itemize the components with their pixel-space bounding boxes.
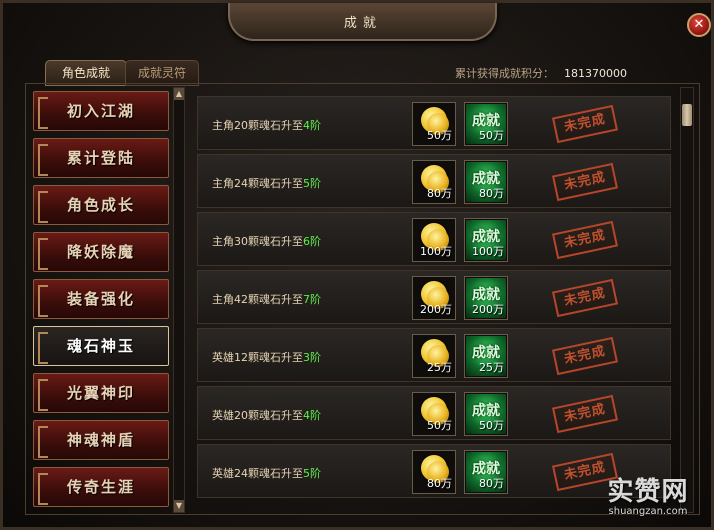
achievement-points: 累计获得成就积分： 181370000 — [455, 65, 627, 81]
achievement-row: 主角42颗魂石升至7阶 200万 成就 200万 未完成 — [197, 270, 671, 324]
achievement-amount: 50万 — [479, 419, 504, 432]
title-text: 主角30颗魂石升至 — [212, 235, 303, 248]
category-item[interactable]: 神魂神盾 — [33, 420, 169, 460]
category-item[interactable]: 装备强化 — [33, 279, 169, 319]
close-button[interactable]: ✕ — [687, 13, 711, 37]
window-title: 成 就 — [343, 16, 378, 31]
achievement-title: 主角20颗魂石升至4阶 — [212, 117, 321, 133]
title-text: 英雄20颗魂石升至 — [212, 409, 303, 422]
category-item[interactable]: 初入江湖 — [33, 91, 169, 131]
scroll-thumb[interactable] — [682, 104, 692, 126]
category-item-active[interactable]: 魂石神玉 — [33, 326, 169, 366]
status-stamp: 未完成 — [551, 336, 619, 376]
title-level: 5阶 — [303, 467, 321, 480]
list-scrollbar[interactable] — [680, 87, 694, 513]
title-text: 英雄12颗魂石升至 — [212, 351, 303, 364]
achievement-amount: 25万 — [479, 361, 504, 374]
achievement-list: 主角20颗魂石升至4阶 50万 成就 50万 未完成 主角24颗魂石升至5阶 80… — [197, 96, 671, 510]
gold-reward[interactable]: 80万 — [412, 450, 456, 494]
category-item[interactable]: 角色成长 — [33, 185, 169, 225]
achievement-row: 主角30颗魂石升至6阶 100万 成就 100万 未完成 — [197, 212, 671, 266]
gold-reward[interactable]: 50万 — [412, 392, 456, 436]
achievement-window: 成 就 ✕ 角色成就 成就灵符 累计获得成就积分： 181370000 初入江湖 … — [0, 0, 714, 530]
category-item[interactable]: 光翼神印 — [33, 373, 169, 413]
achievement-title: 主角42颗魂石升至7阶 — [212, 291, 321, 307]
title-level: 6阶 — [303, 235, 321, 248]
achievement-title: 英雄12颗魂石升至3阶 — [212, 349, 321, 365]
status-stamp: 未完成 — [551, 220, 619, 260]
category-list: 初入江湖 累计登陆 角色成长 降妖除魔 装备强化 魂石神玉 光翼神印 神魂神盾 … — [31, 91, 171, 509]
scroll-up-icon[interactable]: ▲ — [174, 88, 184, 100]
achievement-amount: 80万 — [479, 187, 504, 200]
gold-amount: 50万 — [427, 419, 452, 432]
achievement-reward[interactable]: 成就 50万 — [464, 102, 508, 146]
title-text: 主角42颗魂石升至 — [212, 293, 303, 306]
gold-reward[interactable]: 100万 — [412, 218, 456, 262]
achievement-row: 主角24颗魂石升至5阶 80万 成就 80万 未完成 — [197, 154, 671, 208]
achievement-title: 英雄24颗魂石升至5阶 — [212, 465, 321, 481]
category-scrollbar[interactable]: ▲ ▼ — [173, 87, 185, 513]
close-icon: ✕ — [693, 17, 705, 32]
gold-amount: 50万 — [427, 129, 452, 142]
achievement-reward[interactable]: 成就 80万 — [464, 450, 508, 494]
gold-amount: 80万 — [427, 477, 452, 490]
achievement-reward[interactable]: 成就 200万 — [464, 276, 508, 320]
achievement-amount: 80万 — [479, 477, 504, 490]
achievement-reward[interactable]: 成就 80万 — [464, 160, 508, 204]
gold-amount: 100万 — [420, 245, 452, 258]
gold-reward[interactable]: 25万 — [412, 334, 456, 378]
scroll-down-icon[interactable]: ▼ — [174, 500, 184, 512]
gold-reward[interactable]: 80万 — [412, 160, 456, 204]
gold-reward[interactable]: 200万 — [412, 276, 456, 320]
watermark-url: shuangzan.com — [608, 506, 688, 517]
watermark-text: 实赞网 — [607, 477, 689, 507]
title-level: 3阶 — [303, 351, 321, 364]
title-text: 主角24颗魂石升至 — [212, 177, 303, 190]
status-stamp: 未完成 — [551, 278, 619, 318]
points-label: 累计获得成就积分： — [455, 67, 554, 80]
title-level: 7阶 — [303, 293, 321, 306]
status-stamp: 未完成 — [551, 162, 619, 202]
achievement-row: 主角20颗魂石升至4阶 50万 成就 50万 未完成 — [197, 96, 671, 150]
title-level: 5阶 — [303, 177, 321, 190]
site-watermark: 实赞网 shuangzan.com — [588, 471, 708, 527]
achievement-title: 主角30颗魂石升至6阶 — [212, 233, 321, 249]
status-stamp: 未完成 — [551, 394, 619, 434]
title-level: 4阶 — [303, 409, 321, 422]
achievement-reward[interactable]: 成就 25万 — [464, 334, 508, 378]
achievement-amount: 100万 — [472, 245, 504, 258]
gold-amount: 200万 — [420, 303, 452, 316]
points-value: 181370000 — [564, 67, 627, 80]
achievement-title: 主角24颗魂石升至5阶 — [212, 175, 321, 191]
title-text: 英雄24颗魂石升至 — [212, 467, 303, 480]
status-stamp: 未完成 — [551, 104, 619, 144]
category-item[interactable]: 传奇生涯 — [33, 467, 169, 507]
achievement-reward[interactable]: 成就 100万 — [464, 218, 508, 262]
achievement-row: 英雄20颗魂石升至4阶 50万 成就 50万 未完成 — [197, 386, 671, 440]
category-item[interactable]: 降妖除魔 — [33, 232, 169, 272]
gold-amount: 25万 — [427, 361, 452, 374]
title-level: 4阶 — [303, 119, 321, 132]
achievement-title: 英雄20颗魂石升至4阶 — [212, 407, 321, 423]
gold-reward[interactable]: 50万 — [412, 102, 456, 146]
category-item[interactable]: 累计登陆 — [33, 138, 169, 178]
gold-amount: 80万 — [427, 187, 452, 200]
achievement-amount: 50万 — [479, 129, 504, 142]
title-text: 主角20颗魂石升至 — [212, 119, 303, 132]
achievement-reward[interactable]: 成就 50万 — [464, 392, 508, 436]
achievement-row: 英雄12颗魂石升至3阶 25万 成就 25万 未完成 — [197, 328, 671, 382]
achievement-amount: 200万 — [472, 303, 504, 316]
